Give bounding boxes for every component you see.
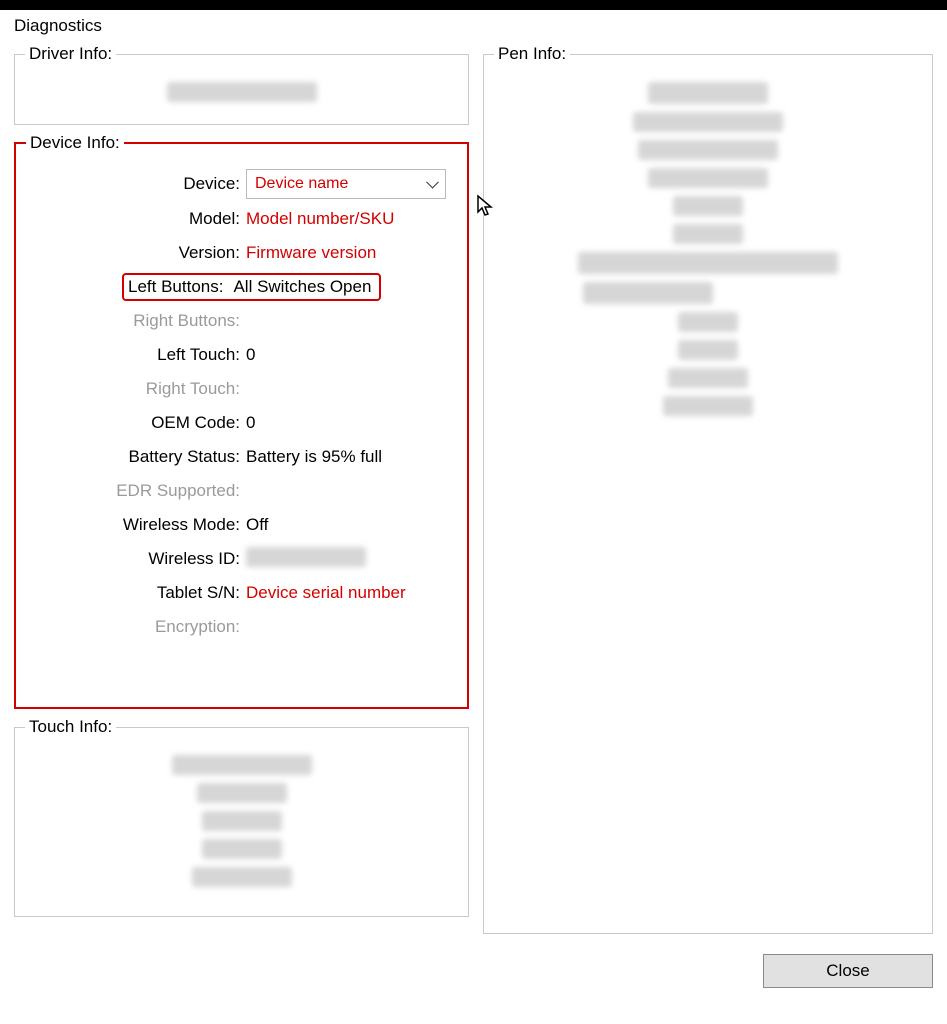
encryption-row: Encryption: [26, 613, 457, 641]
right-buttons-label: Right Buttons: [26, 311, 246, 331]
pen-info-blurred-4 [494, 168, 922, 188]
right-touch-label: Right Touch: [26, 379, 246, 399]
wireless-mode-row: Wireless Mode: Off [26, 511, 457, 539]
left-buttons-row: Left Buttons: All Switches Open [26, 273, 457, 301]
pen-info-legend: Pen Info: [494, 44, 570, 64]
device-select-value: Device name [255, 175, 348, 193]
window-title: Diagnostics [0, 10, 947, 44]
touch-info-blurred-1 [25, 755, 458, 775]
encryption-label: Encryption: [26, 617, 246, 637]
version-label: Version: [26, 243, 246, 263]
pen-info-blurred-9 [494, 312, 922, 332]
left-buttons-label: Left Buttons: [128, 277, 229, 297]
model-row: Model: Model number/SKU [26, 205, 457, 233]
driver-info-blurred [25, 82, 458, 102]
pen-info-blurred-8 [494, 282, 922, 304]
driver-info-legend: Driver Info: [25, 44, 116, 64]
touch-info-blurred-5 [25, 867, 458, 887]
right-touch-row: Right Touch: [26, 375, 457, 403]
tablet-sn-label: Tablet S/N: [26, 583, 246, 603]
battery-status-label: Battery Status: [26, 447, 246, 467]
left-touch-row: Left Touch: 0 [26, 341, 457, 369]
touch-info-blurred-2 [25, 783, 458, 803]
oem-code-label: OEM Code: [26, 413, 246, 433]
model-value: Model number/SKU [246, 209, 457, 229]
wireless-id-value [246, 547, 457, 572]
pen-info-blurred-3 [494, 140, 922, 160]
left-touch-value: 0 [246, 345, 457, 365]
battery-status-value: Battery is 95% full [246, 447, 457, 467]
model-label: Model: [26, 209, 246, 229]
wireless-mode-label: Wireless Mode: [26, 515, 246, 535]
device-select[interactable]: Device name [246, 169, 446, 199]
touch-info-blurred-3 [25, 811, 458, 831]
tablet-sn-row: Tablet S/N: Device serial number [26, 579, 457, 607]
window-top-border [0, 0, 947, 10]
pen-info-blurred-6 [494, 224, 922, 244]
device-row: Device: Device name [26, 169, 457, 199]
pen-info-blurred-1 [494, 82, 922, 104]
wireless-id-row: Wireless ID: [26, 545, 457, 573]
wireless-id-label: Wireless ID: [26, 549, 246, 569]
battery-status-row: Battery Status: Battery is 95% full [26, 443, 457, 471]
version-row: Version: Firmware version [26, 239, 457, 267]
pen-info-blurred-7 [494, 252, 922, 274]
left-touch-label: Left Touch: [26, 345, 246, 365]
pen-info-blurred-12 [494, 396, 922, 416]
pen-info-blurred-2 [494, 112, 922, 132]
version-value: Firmware version [246, 243, 457, 263]
tablet-sn-value: Device serial number [246, 583, 457, 603]
oem-code-value: 0 [246, 413, 457, 433]
driver-info-group: Driver Info: [14, 44, 469, 125]
touch-info-group: Touch Info: [14, 717, 469, 917]
pen-info-blurred-5 [494, 196, 922, 216]
pen-info-blurred-10 [494, 340, 922, 360]
wireless-mode-value: Off [246, 515, 457, 535]
device-label: Device: [26, 174, 246, 194]
oem-code-row: OEM Code: 0 [26, 409, 457, 437]
close-button[interactable]: Close [763, 954, 933, 988]
device-info-legend: Device Info: [26, 133, 124, 153]
touch-info-legend: Touch Info: [25, 717, 116, 737]
pen-info-group: Pen Info: [483, 44, 933, 934]
pen-info-blurred-11 [494, 368, 922, 388]
edr-supported-row: EDR Supported: [26, 477, 457, 505]
edr-supported-label: EDR Supported: [26, 481, 246, 501]
right-buttons-row: Right Buttons: [26, 307, 457, 335]
left-buttons-value: All Switches Open [233, 277, 371, 297]
device-info-group: Device Info: Device: Device name Model: … [14, 133, 469, 709]
touch-info-blurred-4 [25, 839, 458, 859]
